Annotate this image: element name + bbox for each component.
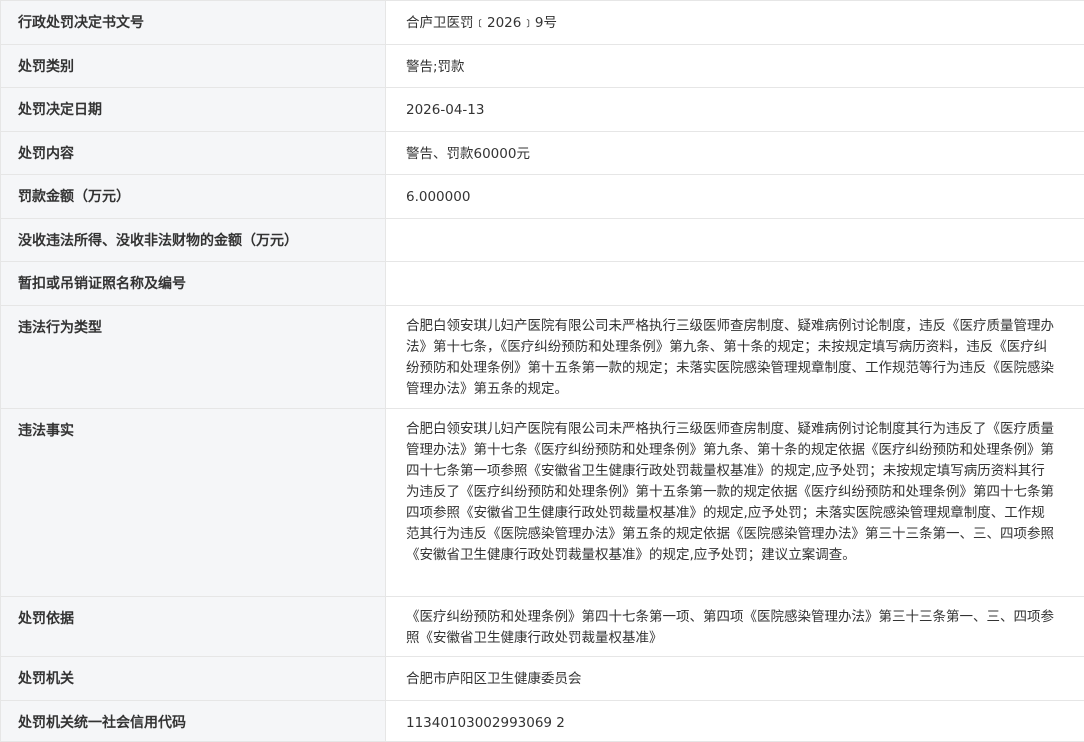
- table-row: 处罚内容 警告、罚款60000元: [1, 132, 1084, 175]
- field-label-violation-facts: 违法事实: [1, 409, 386, 597]
- field-label-license-revocation: 暂扣或吊销证照名称及编号: [1, 262, 386, 306]
- field-label-decision-number: 行政处罚决定书文号: [1, 1, 386, 45]
- table-row: 罚款金额（万元） 6.000000: [1, 175, 1084, 219]
- field-value-penalty-basis: 《医疗纠纷预防和处理条例》第四十七条第一项、第四项《医院感染管理办法》第三十三条…: [386, 597, 1084, 657]
- penalty-info-table: 行政处罚决定书文号 合庐卫医罚﹝2026﹞9号 处罚类别 警告;罚款 处罚决定日…: [0, 0, 1084, 742]
- field-label-violation-type: 违法行为类型: [1, 306, 386, 409]
- field-value-decision-date: 2026-04-13: [386, 88, 1084, 132]
- table-row: 违法行为类型 合肥白领安琪儿妇产医院有限公司未严格执行三级医师查房制度、疑难病例…: [1, 306, 1084, 409]
- field-value-fine-amount: 6.000000: [386, 175, 1084, 219]
- table-row: 处罚依据 《医疗纠纷预防和处理条例》第四十七条第一项、第四项《医院感染管理办法》…: [1, 597, 1084, 657]
- field-value-decision-number: 合庐卫医罚﹝2026﹞9号: [386, 1, 1084, 45]
- field-value-authority-credit-code: 11340103002993069 2: [386, 701, 1084, 742]
- table-row: 处罚决定日期 2026-04-13: [1, 88, 1084, 132]
- table-row: 处罚类别 警告;罚款: [1, 45, 1084, 88]
- field-label-penalty-content: 处罚内容: [1, 132, 386, 175]
- field-label-confiscation-amount: 没收违法所得、没收非法财物的金额（万元）: [1, 219, 386, 262]
- field-value-penalty-category: 警告;罚款: [386, 45, 1084, 88]
- field-value-penalty-content: 警告、罚款60000元: [386, 132, 1084, 175]
- table-row: 行政处罚决定书文号 合庐卫医罚﹝2026﹞9号: [1, 1, 1084, 45]
- field-label-fine-amount: 罚款金额（万元）: [1, 175, 386, 219]
- field-value-violation-facts: 合肥白领安琪儿妇产医院有限公司未严格执行三级医师查房制度、疑难病例讨论制度其行为…: [386, 409, 1084, 597]
- table-row: 处罚机关 合肥市庐阳区卫生健康委员会: [1, 657, 1084, 701]
- field-label-penalty-category: 处罚类别: [1, 45, 386, 88]
- field-value-license-revocation: [386, 262, 1084, 306]
- field-value-violation-type: 合肥白领安琪儿妇产医院有限公司未严格执行三级医师查房制度、疑难病例讨论制度，违反…: [386, 306, 1084, 409]
- field-value-penalty-authority: 合肥市庐阳区卫生健康委员会: [386, 657, 1084, 701]
- field-label-decision-date: 处罚决定日期: [1, 88, 386, 132]
- table-row: 没收违法所得、没收非法财物的金额（万元）: [1, 219, 1084, 262]
- table-row: 暂扣或吊销证照名称及编号: [1, 262, 1084, 306]
- field-label-penalty-basis: 处罚依据: [1, 597, 386, 657]
- table-row: 违法事实 合肥白领安琪儿妇产医院有限公司未严格执行三级医师查房制度、疑难病例讨论…: [1, 409, 1084, 597]
- field-label-penalty-authority: 处罚机关: [1, 657, 386, 701]
- table-row: 处罚机关统一社会信用代码 11340103002993069 2: [1, 701, 1084, 742]
- field-value-confiscation-amount: [386, 219, 1084, 262]
- field-label-authority-credit-code: 处罚机关统一社会信用代码: [1, 701, 386, 742]
